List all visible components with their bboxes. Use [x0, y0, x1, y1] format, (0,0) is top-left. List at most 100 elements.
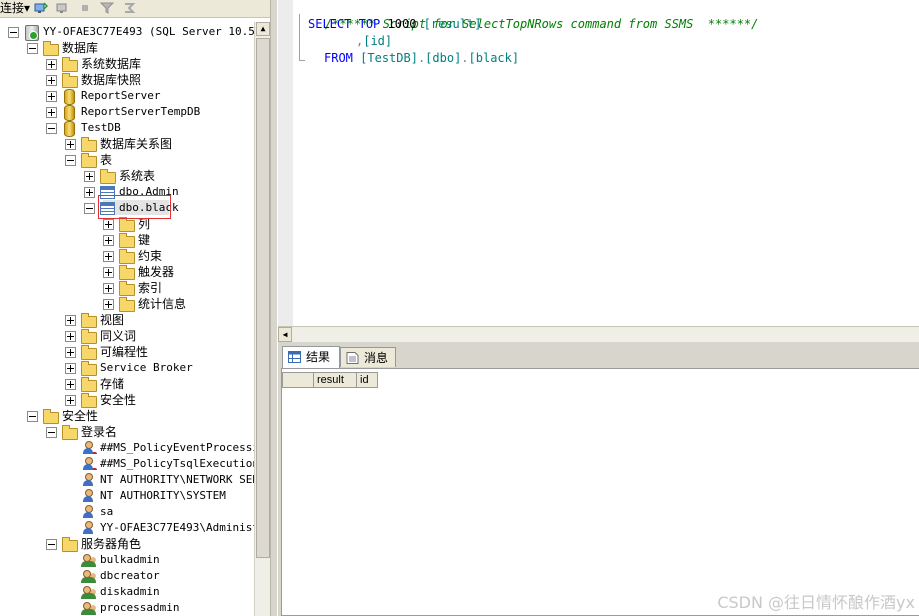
collapse-icon[interactable] — [46, 123, 57, 134]
expand-icon[interactable] — [65, 331, 76, 342]
editor-margin — [278, 0, 293, 326]
column-header-result[interactable]: result — [313, 372, 357, 388]
expand-icon[interactable] — [103, 299, 114, 310]
expand-icon[interactable] — [84, 171, 95, 182]
scrollbar-thumb[interactable] — [256, 38, 270, 558]
folder-icon — [80, 137, 97, 152]
collapse-icon[interactable] — [27, 411, 38, 422]
refresh-icon[interactable] — [122, 2, 136, 14]
expand-icon[interactable] — [84, 187, 95, 198]
tree-node-label: TestDB — [81, 121, 121, 134]
collapse-icon[interactable] — [46, 539, 57, 550]
expand-icon[interactable] — [46, 107, 57, 118]
grid-icon — [288, 351, 301, 363]
filter-icon[interactable] — [100, 2, 114, 14]
tree-node-label: 统计信息 — [138, 297, 187, 311]
stop-icon[interactable] — [78, 2, 92, 14]
tree-node-label: YY-OFAE3C77E493\Administrato — [100, 521, 254, 534]
login-user-icon — [80, 473, 96, 487]
tree-node-label: bulkadmin — [100, 553, 160, 566]
message-icon — [346, 352, 359, 364]
expand-icon[interactable] — [103, 251, 114, 262]
tree-node-label: 数据库 — [62, 41, 99, 55]
expand-icon[interactable] — [65, 363, 76, 374]
collapse-icon[interactable] — [46, 427, 57, 438]
tab-results[interactable]: 结果 — [282, 346, 340, 368]
login-user-icon — [80, 521, 96, 535]
expand-icon[interactable] — [65, 347, 76, 358]
folder-icon — [99, 169, 116, 184]
tree-node-label: 键 — [138, 233, 151, 247]
expand-icon[interactable] — [103, 283, 114, 294]
tree-node-label: 触发器 — [138, 265, 175, 279]
tree-node-label: 服务器角色 — [81, 537, 142, 551]
tree-node-label: NT AUTHORITY\SYSTEM — [100, 489, 226, 502]
expand-icon[interactable] — [65, 315, 76, 326]
expand-icon[interactable] — [103, 219, 114, 230]
folder-icon — [80, 393, 97, 408]
expand-icon[interactable] — [46, 91, 57, 102]
query-editor[interactable]: /****** Script for SelectTopNRows comman… — [278, 0, 919, 326]
connect-server-icon[interactable] — [34, 2, 48, 14]
tree-node-label: 索引 — [138, 281, 163, 295]
tree-node-label: 登录名 — [81, 425, 118, 439]
folder-icon — [80, 361, 97, 376]
annotation-highlight-box — [98, 195, 171, 219]
row-header-corner — [282, 372, 314, 388]
expand-icon[interactable] — [103, 267, 114, 278]
expand-icon[interactable] — [65, 395, 76, 406]
code-line-2: SELECT TOP 1000 [result] — [308, 16, 481, 32]
tab-messages-label: 消息 — [364, 351, 389, 365]
login-user-icon — [80, 441, 96, 455]
folder-icon — [80, 345, 97, 360]
tree-node-label: ReportServer — [81, 89, 161, 102]
column-id: [id] — [363, 34, 393, 48]
tree-node-label: 系统数据库 — [81, 57, 142, 71]
tree-node-label: diskadmin — [100, 585, 160, 598]
column-result: [result] — [423, 17, 482, 31]
keyword-from: FROM — [324, 51, 353, 65]
folder-icon — [80, 377, 97, 392]
folder-icon — [61, 73, 78, 88]
expand-icon[interactable] — [46, 59, 57, 70]
tab-messages[interactable]: 消息 — [340, 347, 396, 367]
scroll-up-icon[interactable]: ▲ — [256, 22, 270, 36]
folder-icon — [80, 153, 97, 168]
results-grid[interactable]: result id — [281, 368, 919, 616]
server-icon — [23, 25, 39, 41]
collapse-icon[interactable] — [27, 43, 38, 54]
object-explorer: 连接▾ YY-OFAE3C77E493 (SQL Server 10.50.16… — [0, 0, 270, 616]
folder-icon — [80, 329, 97, 344]
tree-node-label: ##MS_PolicyEventProcessingLo — [100, 441, 254, 454]
column-header-id[interactable]: id — [356, 372, 378, 388]
pane-splitter[interactable] — [270, 0, 278, 616]
tree-node-label: 约束 — [138, 249, 163, 263]
folder-icon — [42, 41, 59, 56]
tree-node-label: Service Broker — [100, 361, 193, 374]
expand-icon[interactable] — [65, 139, 76, 150]
disconnect-icon[interactable] — [56, 2, 70, 14]
connect-button[interactable]: 连接▾ — [0, 1, 30, 15]
folder-icon — [118, 265, 135, 280]
tree-node-label: 存储 — [100, 377, 125, 391]
expand-icon[interactable] — [65, 379, 76, 390]
explorer-vertical-scrollbar[interactable]: ▲ — [254, 22, 270, 616]
tree-node-label: 可编程性 — [100, 345, 149, 359]
code-line-4: FROM [TestDB].[dbo].[black] — [324, 51, 520, 65]
collapse-icon[interactable] — [8, 27, 19, 38]
collapse-icon[interactable] — [65, 155, 76, 166]
collapse-icon[interactable] — [84, 203, 95, 214]
scroll-left-icon[interactable]: ◀ — [278, 327, 292, 342]
results-tabs: 结果 消息 — [278, 342, 919, 368]
expand-icon[interactable] — [103, 235, 114, 246]
editor-horizontal-scrollbar[interactable]: ◀ — [278, 326, 919, 342]
schema-name: [dbo] — [425, 51, 462, 65]
expand-icon[interactable] — [46, 75, 57, 86]
folder-icon — [118, 249, 135, 264]
tree-node-label: dbcreator — [100, 569, 160, 582]
tree-node-label: 表 — [100, 153, 113, 167]
tree-node-label: 同义词 — [100, 329, 137, 343]
folder-icon — [42, 409, 59, 424]
tree-node-label: 视图 — [100, 313, 125, 327]
folder-icon — [118, 281, 135, 296]
